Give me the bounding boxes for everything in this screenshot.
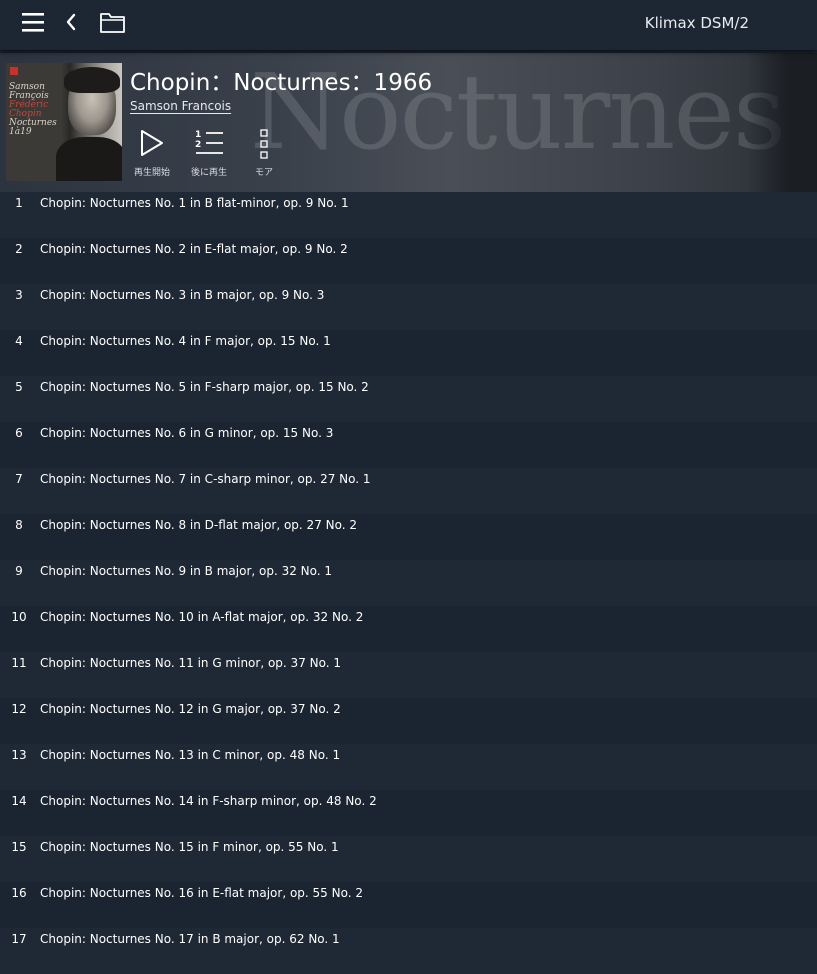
track-row[interactable]: 10 Chopin: Nocturnes No. 10 in A-flat maj…	[0, 606, 817, 652]
track-row[interactable]: 7 Chopin: Nocturnes No. 7 in C-sharp mino…	[0, 468, 817, 514]
track-title: Chopin: Nocturnes No. 15 in F minor, op.…	[40, 840, 339, 854]
play-button[interactable]: 再生開始	[122, 125, 182, 181]
track-number: 7	[15, 472, 23, 486]
track-title: Chopin: Nocturnes No. 17 in B major, op.…	[40, 932, 340, 946]
cover-text: Samson François Frédéric Chopin Nocturne…	[9, 82, 57, 137]
track-title: Chopin: Nocturnes No. 6 in G minor, op. …	[40, 426, 334, 440]
track-title: Chopin: Nocturnes No. 5 in F-sharp major…	[40, 380, 369, 394]
track-number: 16	[11, 886, 27, 900]
track-number: 2	[15, 242, 23, 256]
track-number: 3	[15, 288, 23, 302]
track-row[interactable]: 4 Chopin: Nocturnes No. 4 in F major, op.…	[0, 330, 817, 376]
play-later-button[interactable]: 1 2 後に再生	[179, 125, 239, 181]
track-number: 5	[15, 380, 23, 394]
menu-icon[interactable]	[20, 9, 50, 39]
folder-icon[interactable]	[98, 9, 128, 39]
more-icon	[234, 127, 294, 159]
cover-portrait-hair	[64, 67, 120, 93]
track-number: 15	[11, 840, 27, 854]
cover-portrait-body	[56, 137, 122, 181]
track-row[interactable]: 1 Chopin: Nocturnes No. 1 in B flat-minor…	[0, 192, 817, 238]
track-title: Chopin: Nocturnes No. 2 in E-flat major,…	[40, 242, 348, 256]
track-row[interactable]: 13 Chopin: Nocturnes No. 13 in C minor, o…	[0, 744, 817, 790]
track-title: Chopin: Nocturnes No. 3 in B major, op. …	[40, 288, 325, 302]
track-row[interactable]: 9 Chopin: Nocturnes No. 9 in B major, op.…	[0, 560, 817, 606]
track-title: Chopin: Nocturnes No. 1 in B flat-minor,…	[40, 196, 349, 210]
album-header: Nocturnes Samson François Frédéric Chopi…	[0, 53, 817, 192]
track-number: 8	[15, 518, 23, 532]
track-title: Chopin: Nocturnes No. 9 in B major, op. …	[40, 564, 333, 578]
track-row[interactable]: 17 Chopin: Nocturnes No. 17 in B major, o…	[0, 928, 817, 974]
track-row[interactable]: 5 Chopin: Nocturnes No. 5 in F-sharp majo…	[0, 376, 817, 422]
svg-text:1: 1	[195, 130, 201, 140]
background-shade	[747, 53, 817, 192]
track-title: Chopin: Nocturnes No. 16 in E-flat major…	[40, 886, 363, 900]
track-title: Chopin: Nocturnes No. 12 in G major, op.…	[40, 702, 341, 716]
track-title: Chopin: Nocturnes No. 4 in F major, op. …	[40, 334, 331, 348]
track-number: 13	[11, 748, 27, 762]
track-title: Chopin: Nocturnes No. 8 in D-flat major,…	[40, 518, 358, 532]
track-row[interactable]: 2 Chopin: Nocturnes No. 2 in E-flat major…	[0, 238, 817, 284]
track-row[interactable]: 12 Chopin: Nocturnes No. 12 in G major, o…	[0, 698, 817, 744]
track-row[interactable]: 8 Chopin: Nocturnes No. 8 in D-flat major…	[0, 514, 817, 560]
track-number: 6	[15, 426, 23, 440]
device-name[interactable]: Klimax DSM/2	[645, 14, 749, 32]
svg-text:2: 2	[195, 140, 201, 150]
track-row[interactable]: 15 Chopin: Nocturnes No. 15 in F minor, o…	[0, 836, 817, 882]
play-label: 再生開始	[133, 168, 170, 178]
track-title: Chopin: Nocturnes No. 11 in G minor, op.…	[40, 656, 342, 670]
track-number: 10	[11, 610, 27, 624]
track-number: 9	[15, 564, 23, 578]
artist-link[interactable]: Samson Francois	[130, 99, 231, 113]
track-number: 4	[15, 334, 23, 348]
album-title: Chopin：Nocturnes：1966	[130, 70, 433, 96]
track-number: 12	[11, 702, 27, 716]
more-label: モア	[254, 168, 273, 178]
top-bar: Klimax DSM/2	[0, 0, 817, 50]
track-title: Chopin: Nocturnes No. 13 in C minor, op.…	[40, 748, 341, 762]
track-title: Chopin: Nocturnes No. 7 in C-sharp minor…	[40, 472, 371, 486]
track-row[interactable]: 6 Chopin: Nocturnes No. 6 in G minor, op.…	[0, 422, 817, 468]
track-row[interactable]: 3 Chopin: Nocturnes No. 3 in B major, op.…	[0, 284, 817, 330]
track-list: 1 Chopin: Nocturnes No. 1 in B flat-minor…	[0, 192, 817, 974]
track-row[interactable]: 16 Chopin: Nocturnes No. 16 in E-flat maj…	[0, 882, 817, 928]
track-title: Chopin: Nocturnes No. 10 in A-flat major…	[40, 610, 364, 624]
track-number: 17	[11, 932, 27, 946]
back-icon[interactable]	[60, 9, 90, 39]
play-icon	[122, 127, 182, 159]
track-row[interactable]: 14 Chopin: Nocturnes No. 14 in F-sharp mi…	[0, 790, 817, 836]
track-row[interactable]: 11 Chopin: Nocturnes No. 11 in G minor, o…	[0, 652, 817, 698]
track-number: 1	[15, 196, 23, 210]
play-later-label: 後に再生	[190, 168, 227, 178]
queue-icon: 1 2	[179, 127, 239, 159]
album-cover[interactable]: Samson François Frédéric Chopin Nocturne…	[6, 63, 122, 181]
more-button[interactable]: モア	[234, 125, 294, 181]
track-number: 11	[11, 656, 27, 670]
track-number: 14	[11, 794, 27, 808]
track-title: Chopin: Nocturnes No. 14 in F-sharp mino…	[40, 794, 377, 808]
label-logo	[10, 67, 18, 75]
